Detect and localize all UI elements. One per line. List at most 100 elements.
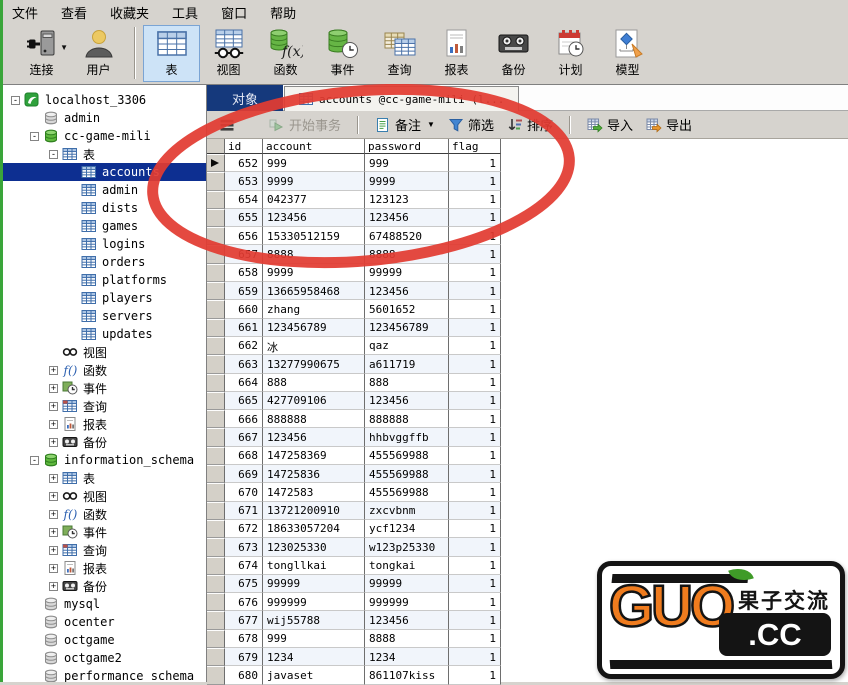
tree-expander[interactable]: + [49,492,58,501]
toolbar-button-backup[interactable]: 备份 [485,25,542,82]
grid-cell[interactable]: 455569988 [365,465,449,483]
sidebar-item-octgame2[interactable]: octgame2 [3,649,206,667]
row-selector-cell[interactable] [207,337,225,355]
grid-cell[interactable]: tongkai [365,557,449,575]
grid-cell[interactable]: 1 [449,520,501,538]
grid-cell[interactable]: 1 [449,428,501,446]
grid-cell[interactable]: 999 [263,630,365,648]
sidebar-item-ocenter[interactable]: ocenter [3,613,206,631]
grid-cell[interactable]: 659 [225,282,263,300]
row-selector-cell[interactable] [207,154,225,172]
grid-cell[interactable]: 455569988 [365,447,449,465]
grid-cell[interactable]: 147258369 [263,447,365,465]
column-header-account[interactable]: account [263,139,365,154]
grid-cell[interactable]: 999999 [263,593,365,611]
sort-button[interactable]: 排序 [504,113,556,136]
grid-cell[interactable]: 677 [225,611,263,629]
memo-button[interactable]: 备注 ▼ [372,113,438,136]
row-selector-cell[interactable] [207,319,225,337]
tree-expander[interactable]: + [49,438,58,447]
sidebar-item-cc-game-mili[interactable]: -cc-game-mili [3,127,206,145]
sidebar-item-函数[interactable]: +f()函数 [3,505,206,523]
sidebar-item-information_schema[interactable]: -information_schema [3,451,206,469]
grid-cell[interactable]: 123456 [365,611,449,629]
menu-item[interactable]: 收藏夹 [101,0,163,25]
menu-item[interactable]: 查看 [52,0,101,25]
toolbar-button-query[interactable]: 查询 [371,25,428,82]
grid-cell[interactable]: 1 [449,502,501,520]
sidebar-item-games[interactable]: games [3,217,206,235]
grid-cell[interactable]: 671 [225,502,263,520]
grid-cell[interactable]: 8888 [365,245,449,263]
row-selector-cell[interactable] [207,611,225,629]
grid-cell[interactable]: 660 [225,300,263,318]
grid-cell[interactable]: 99999 [263,575,365,593]
sidebar-item-报表[interactable]: +报表 [3,415,206,433]
sidebar-item-logins[interactable]: logins [3,235,206,253]
grid-cell[interactable]: 042377 [263,191,365,209]
grid-cell[interactable]: 123025330 [263,538,365,556]
grid-cell[interactable]: 655 [225,209,263,227]
grid-cell[interactable]: 13721200910 [263,502,365,520]
tab-accounts-table[interactable]: accounts @cc-game-mili (l... [284,86,519,111]
toolbar-button-schedule[interactable]: 计划 [542,25,599,82]
tree-expander[interactable]: + [49,528,58,537]
grid-cell[interactable]: 672 [225,520,263,538]
tree-expander[interactable]: - [30,132,39,141]
grid-cell[interactable]: 678 [225,630,263,648]
tree-expander[interactable]: - [11,96,20,105]
menu-item[interactable]: 工具 [163,0,212,25]
grid-cell[interactable]: 1 [449,355,501,373]
grid-cell[interactable]: wij55788 [263,611,365,629]
grid-cell[interactable]: 9999 [263,264,365,282]
sidebar-item-orders[interactable]: orders [3,253,206,271]
row-selector-cell[interactable] [207,227,225,245]
grid-cell[interactable]: 1 [449,392,501,410]
grid-cell[interactable]: 1 [449,557,501,575]
grid-cell[interactable]: 123456 [365,209,449,227]
grid-cell[interactable]: 15330512159 [263,227,365,245]
grid-cell[interactable]: w123p25330 [365,538,449,556]
row-selector-cell[interactable] [207,209,225,227]
grid-cell[interactable]: 14725836 [263,465,365,483]
row-selector-cell[interactable] [207,593,225,611]
grid-cell[interactable]: 1 [449,630,501,648]
tree-expander[interactable]: + [49,582,58,591]
grid-cell[interactable]: 13665958468 [263,282,365,300]
tree-expander[interactable]: + [49,366,58,375]
grid-cell[interactable]: 999 [365,154,449,172]
row-selector-cell[interactable] [207,410,225,428]
grid-cell[interactable]: 1 [449,538,501,556]
grid-cell[interactable]: 1 [449,154,501,172]
toolbar-button-table[interactable]: 表 [143,25,200,82]
grid-cell[interactable]: zhang [263,300,365,318]
sidebar-item-函数[interactable]: +f()函数 [3,361,206,379]
sidebar-item-查询[interactable]: +查询 [3,397,206,415]
grid-cell[interactable]: 1 [449,191,501,209]
grid-cell[interactable]: 1 [449,575,501,593]
row-selector-cell[interactable] [207,300,225,318]
grid-cell[interactable]: 1 [449,611,501,629]
grid-cell[interactable]: 99999 [365,264,449,282]
menu-item[interactable]: 窗口 [212,0,261,25]
row-selector-cell[interactable] [207,648,225,666]
grid-cell[interactable]: 123456789 [263,319,365,337]
sidebar-item-查询[interactable]: +查询 [3,541,206,559]
grid-cell[interactable]: 888888 [365,410,449,428]
grid-cell[interactable]: 1 [449,337,501,355]
grid-cell[interactable]: 455569988 [365,483,449,501]
grid-cell[interactable]: 123456789 [365,319,449,337]
grid-cell[interactable]: 664 [225,374,263,392]
grid-cell[interactable]: 13277990675 [263,355,365,373]
grid-cell[interactable]: 1 [449,264,501,282]
grid-cell[interactable]: 123456 [365,282,449,300]
grid-cell[interactable]: ycf1234 [365,520,449,538]
sidebar-item-players[interactable]: players [3,289,206,307]
grid-cell[interactable]: 1234 [263,648,365,666]
sidebar-item-事件[interactable]: +事件 [3,379,206,397]
grid-cell[interactable]: 661 [225,319,263,337]
sidebar-item-platforms[interactable]: platforms [3,271,206,289]
row-selector-cell[interactable] [207,483,225,501]
grid-cell[interactable]: qaz [365,337,449,355]
tree-expander[interactable]: + [49,564,58,573]
